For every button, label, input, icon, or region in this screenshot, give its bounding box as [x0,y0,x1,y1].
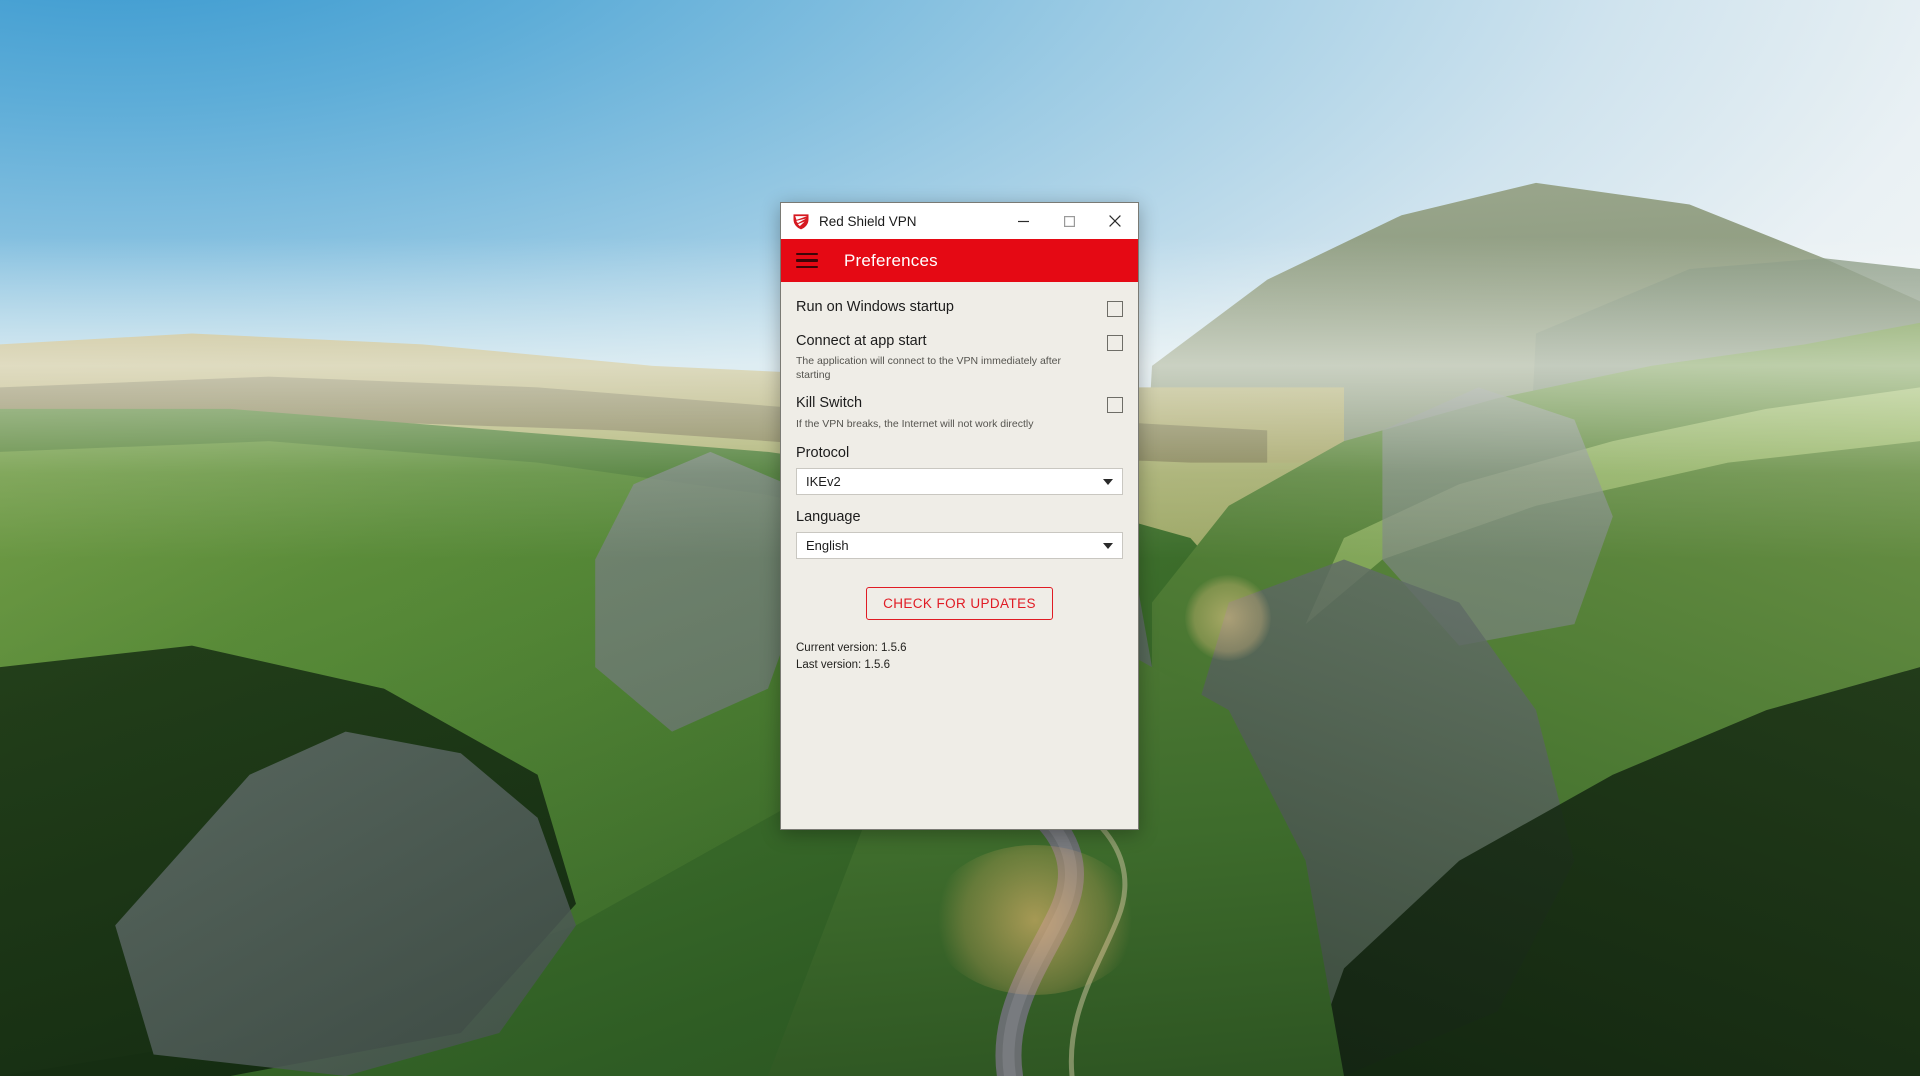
connect-at-app-start-text: Connect at app start The application wil… [796,332,1097,383]
hamburger-line-2 [796,259,818,262]
language-selected-value: English [806,538,849,554]
connect-at-app-start-checkbox[interactable] [1107,334,1123,351]
maximize-icon [1063,215,1075,227]
minimize-button[interactable] [1000,203,1046,239]
hamburger-line-3 [796,265,818,269]
close-button[interactable] [1092,203,1138,239]
check-updates-button-row: CHECK FOR UPDATES [796,587,1123,621]
run-on-startup-label: Run on Windows startup [796,299,954,315]
protocol-select[interactable]: IKEv2 [796,468,1123,496]
close-icon [1109,215,1121,227]
lens-flare-glow [930,845,1140,995]
chevron-down-icon [1103,478,1113,485]
hamburger-line-1 [796,252,818,256]
minimize-icon [1017,220,1029,222]
kill-switch-label: Kill Switch [796,395,863,412]
protocol-selected-value: IKEv2 [806,474,841,490]
setting-kill-switch[interactable]: Kill Switch If the VPN breaks, the Inter… [796,394,1123,431]
preferences-content: Run on Windows startup Connect at app st… [781,282,1138,829]
app-header-bar: Preferences [781,239,1138,282]
chevron-down-icon [1103,542,1113,549]
check-for-updates-button[interactable]: CHECK FOR UPDATES [866,587,1053,621]
window-titlebar[interactable]: Red Shield VPN [781,203,1138,239]
kill-switch-text: Kill Switch If the VPN breaks, the Inter… [796,394,1097,431]
version-info: Current version: 1.5.6 Last version: 1.5… [796,640,1123,673]
kill-switch-checkbox[interactable] [1107,397,1123,414]
protocol-label: Protocol [796,445,850,462]
last-version-text: Last version: 1.5.6 [796,658,890,671]
connect-at-app-start-description: The application will connect to the VPN … [796,355,1061,382]
desktop-background: Red Shield VPN Preferences Run on Window… [0,0,1920,1076]
maximize-button[interactable] [1046,203,1092,239]
red-shield-vpn-window: Red Shield VPN Preferences Run on Window… [780,202,1139,830]
language-label: Language [796,509,861,526]
language-select[interactable]: English [796,532,1123,560]
setting-connect-at-app-start[interactable]: Connect at app start The application wil… [796,332,1123,383]
hamburger-menu-icon[interactable] [796,252,818,269]
current-version-text: Current version: 1.5.6 [796,642,907,655]
connect-at-app-start-label: Connect at app start [796,332,927,349]
red-shield-logo-icon [793,214,809,230]
kill-switch-description: If the VPN breaks, the Internet will not… [796,418,1034,431]
run-on-startup-text: Run on Windows startup [796,298,1097,318]
setting-run-on-startup[interactable]: Run on Windows startup [796,298,1123,318]
lens-flare-orb [1185,575,1271,661]
page-title: Preferences [844,250,938,270]
window-title: Red Shield VPN [819,213,917,229]
run-on-startup-checkbox[interactable] [1107,301,1123,317]
